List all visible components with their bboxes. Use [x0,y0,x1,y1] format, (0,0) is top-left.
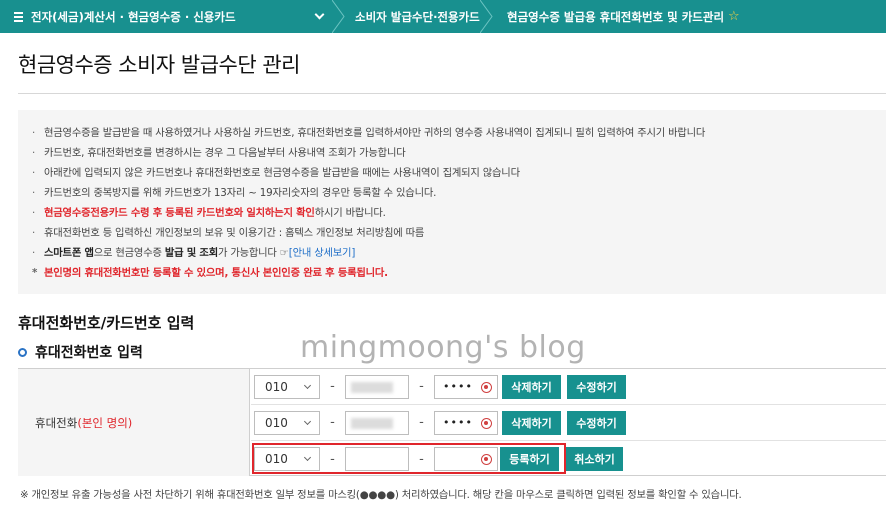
watermark: mingmoong's blog [300,330,586,365]
masked-value [351,381,393,393]
breadcrumb-seg1-label: 전자(세금)계산서 · 현금영수증 · 신용카드 [31,9,236,24]
breadcrumb-separator-icon [480,0,493,33]
breadcrumb-seg2[interactable]: 소비자 발급수단·전용카드 [345,0,493,33]
notice-item: · 아래칸에 입력되지 않은 카드번호나 휴대전화번호로 현금영수증을 발급받을 … [32,167,520,179]
chevron-down-icon [303,381,312,389]
page-title: 현금영수증 소비자 발급수단 관리 [18,53,301,77]
table-row: 010 - - 등록하기 취소하기 [251,441,886,477]
hamburger-menu-icon [14,10,23,24]
eye-icon[interactable] [481,454,492,465]
breadcrumb-menu[interactable]: 전자(세금)계산서 · 현금영수증 · 신용카드 [0,0,345,33]
notice-item: · 현금영수증을 발급받을 때 사용하였거나 사용하실 카드번호, 휴대전화번호를… [32,127,706,139]
breadcrumb-seg2-label: 소비자 발급수단·전용카드 [355,9,480,24]
phone-prefix-select[interactable]: 010 [254,447,320,471]
phone-last-input[interactable] [434,447,498,471]
notice-item: · 카드번호의 중복방지를 위해 카드번호가 13자리 ~ 19자리숫자의 경우만… [32,187,437,199]
phone-middle-input[interactable] [345,374,409,399]
phone-last-input[interactable]: •••• [434,410,498,435]
delete-button[interactable]: 삭제하기 [502,410,561,435]
phone-middle-input[interactable] [345,447,409,471]
notice-item: * 본인명의 휴대전화번호만 등록할 수 있으며, 통신사 본인인증 완료 후 등… [32,267,388,279]
notice-box: · 현금영수증을 발급받을 때 사용하였거나 사용하실 카드번호, 휴대전화번호를… [18,110,886,294]
phone-prefix-select[interactable]: 010 [254,410,320,435]
cancel-button[interactable]: 취소하기 [566,447,623,471]
phone-table-header: 휴대전화 (본인 명의) [18,369,250,476]
delete-button[interactable]: 삭제하기 [502,374,561,399]
notice-item: · 카드번호, 휴대전화번호를 변경하시는 경우 그 다음날부터 사용내역 조회가… [32,147,406,159]
phone-table: 휴대전화 (본인 명의) 010 - - •••• 삭제하기 수정하기 010 -… [18,368,886,476]
notice-item: · 휴대전화번호 등 입력하신 개인정보의 보유 및 이용기간 : 홈텍스 개인정… [32,227,425,239]
title-divider [18,93,886,94]
favorite-star-icon[interactable]: ☆ [728,9,740,24]
notice-item: · 현금영수증전용카드 수령 후 등록된 카드번호와 일치하는지 확인하시기 바랍… [32,207,386,219]
subsection-title: 휴대전화번호 입력 [18,342,143,362]
section-title: 휴대전화번호/카드번호 입력 [18,314,195,332]
edit-button[interactable]: 수정하기 [567,410,626,435]
phone-last-input[interactable]: •••• [434,374,498,399]
notice-item: · 스마트폰 앱으로 현금영수증 발급 및 조회가 가능합니다 ☞[안내 상세보기… [32,247,356,259]
masked-value [351,417,393,429]
phone-middle-input[interactable] [345,410,409,435]
breadcrumb: 전자(세금)계산서 · 현금영수증 · 신용카드 소비자 발급수단·전용카드 현… [0,0,886,33]
eye-icon[interactable] [481,381,492,393]
circle-bullet-icon [18,347,27,357]
register-button[interactable]: 등록하기 [500,447,559,471]
phone-prefix-select[interactable]: 010 [254,374,320,399]
guide-detail-link[interactable]: [안내 상세보기] [289,247,356,259]
breadcrumb-seg3-label: 현금영수증 발급용 휴대전화번호 및 카드관리 [507,9,725,24]
breadcrumb-separator-icon [332,0,345,33]
chevron-down-icon[interactable] [314,9,325,20]
chevron-down-icon [303,417,312,425]
notice-list: · 현금영수증을 발급받을 때 사용하였거나 사용하실 카드번호, 휴대전화번호를… [32,123,886,283]
eye-icon[interactable] [481,417,492,429]
chevron-down-icon [303,453,312,462]
table-row: 010 - - •••• 삭제하기 수정하기 [251,405,886,441]
table-row: 010 - - •••• 삭제하기 수정하기 [251,369,886,405]
breadcrumb-seg3[interactable]: 현금영수증 발급용 휴대전화번호 및 카드관리 ☆ [493,0,886,33]
edit-button[interactable]: 수정하기 [567,374,626,399]
footnote: ※ 개인정보 유출 가능성을 사전 차단하기 위해 휴대전화번호 일부 정보를 … [20,489,742,501]
